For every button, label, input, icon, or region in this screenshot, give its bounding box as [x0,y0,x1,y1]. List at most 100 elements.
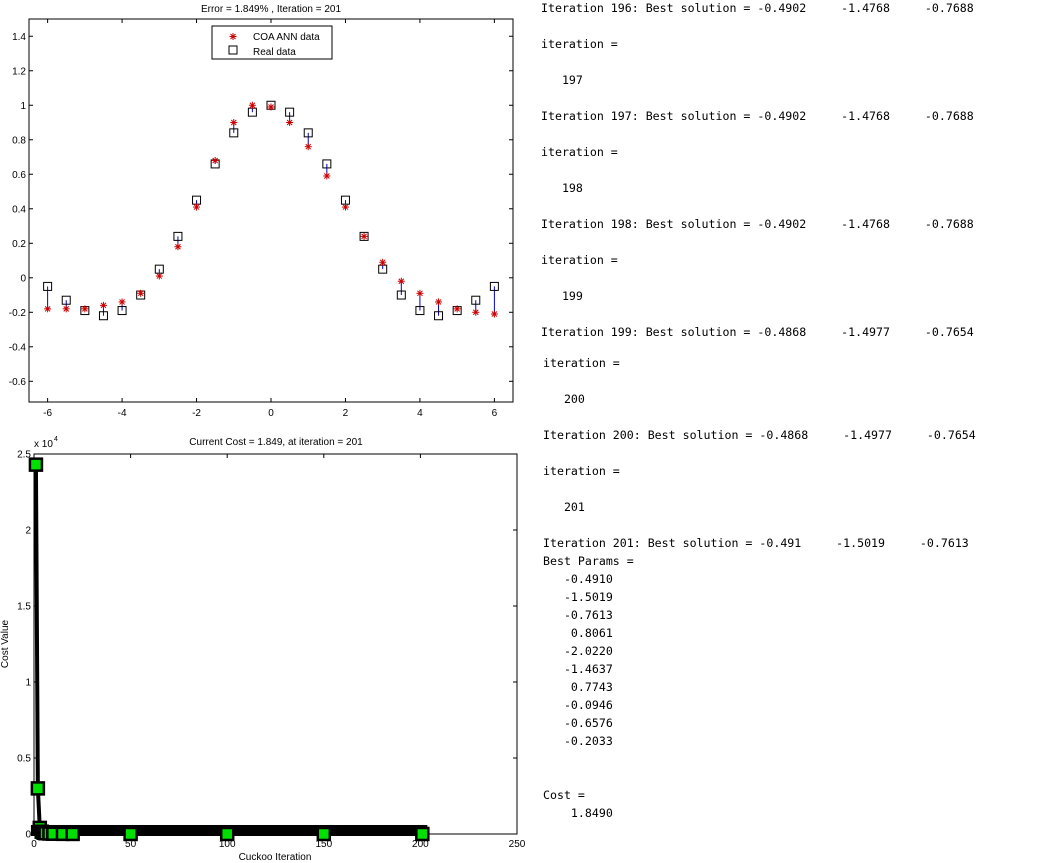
y-tick-label: -0.6 [9,377,27,388]
x-tick-label: 0 [31,839,37,850]
exponent-power: 4 [54,436,58,443]
y-tick-label: 1.4 [12,32,26,43]
console-line: 1.8490 [543,806,613,820]
console-line: Iteration 197: Best solution = -0.4902 -… [541,109,974,123]
y-tick-label: 1 [20,101,26,112]
bottom-chart-title: Current Cost = 1.849, at iteration = 201 [189,437,363,448]
cost-point [28,457,44,472]
ann-data-point [304,143,312,151]
y-tick-label: 0.4 [12,204,26,215]
console-line: Iteration 200: Best solution = -0.4868 -… [543,428,976,442]
y-tick-label: 1 [25,678,31,689]
figure-canvas: Error = 1.849% , Iteration = 201 -6 -4 -2 0… [0,4,526,863]
x-tick-label: -2 [192,408,201,419]
bottom-xlabel: Cuckoo Iteration [239,852,312,863]
y-tick-label: -0.4 [9,342,27,353]
ann-data-point [490,310,498,318]
command-window: Iteration 196: Best solution = -0.4902 -… [541,0,1038,863]
ann-data-point [44,305,52,313]
y-tick-label: 0 [25,830,31,841]
x-tick-label: 0 [268,408,274,419]
console-line: -0.7613 [543,608,613,622]
console-line: Iteration 196: Best solution = -0.4902 -… [541,1,974,15]
legend-label-ann: COA ANN data [253,32,320,43]
exponent-label: x 10 [34,439,53,450]
ann-data-point [99,301,107,309]
legend: COA ANN data Real data [211,25,333,60]
ann-data-point [286,119,294,127]
matlab-figure: Error = 1.849% , Iteration = 201 -6 -4 -2 0… [0,0,540,863]
ann-data-point [267,103,275,111]
ann-data-point [155,272,163,280]
console-line: 197 [541,73,583,87]
console-line: -0.2033 [543,734,613,748]
cost-point [316,826,332,842]
console-line: -1.5019 [543,590,613,604]
x-tick-label: 250 [509,839,526,850]
y-tick-label: 0.6 [12,170,26,181]
console-line: 0.8061 [543,626,613,640]
console-line: -0.0946 [543,698,613,712]
console-line: Cost = [543,788,585,802]
console-line: iteration = [541,253,618,267]
y-tick-label: 2 [25,526,31,537]
console-line: iteration = [543,464,620,478]
ann-data-point [379,258,387,266]
console-line: iteration = [541,145,618,159]
console-line: Iteration 198: Best solution = -0.4902 -… [541,217,974,231]
console-line: Best Params = [543,554,634,568]
cost-point [30,781,46,796]
console-line: -1.4637 [543,662,613,676]
top-chart-title: Error = 1.849% , Iteration = 201 [201,4,342,15]
ann-data-point [62,305,70,313]
ann-data-point [453,305,461,313]
ann-data-point [323,172,331,180]
ann-data-point [248,101,256,109]
console-line: 199 [541,289,583,303]
x-tick-label: 4 [417,408,423,419]
bottom-ylabel: Cost Value [0,619,11,668]
console-line: iteration = [541,37,618,51]
ann-data-point [193,203,201,211]
console-line: -0.4910 [543,572,613,586]
legend-label-real: Real data [253,47,296,58]
console-line: Iteration 201: Best solution = -0.491 -1… [543,536,969,550]
x-tick-label: 6 [492,408,498,419]
console-line: 0.7743 [543,680,613,694]
console-line: iteration = [543,356,620,370]
cost-point [415,826,430,842]
ann-data-point [472,308,480,316]
legend-marker-ann [229,33,237,40]
cost-point [65,826,80,842]
cost-point [219,826,235,842]
y-tick-label: 1.2 [12,66,26,77]
ann-data-point [435,298,443,306]
console-line: Iteration 199: Best solution = -0.4868 -… [541,325,974,339]
console-line: 198 [541,181,583,195]
ann-data-point [81,305,89,313]
x-tick-label: -6 [43,408,52,419]
ann-data-point [360,232,368,240]
ann-data-point [174,243,182,251]
ann-data-point [397,277,405,285]
x-tick-label: 2 [343,408,349,419]
ann-data-point [211,156,219,164]
console-line: 200 [543,392,585,406]
console-line: -0.6576 [543,716,613,730]
y-tick-label: 0.2 [12,239,26,250]
top-plot-box [28,18,514,403]
ann-data-point [137,289,145,297]
y-tick-label: 0 [20,273,26,284]
ann-data-point [341,203,349,211]
ann-data-point [416,289,424,297]
ann-data-point [118,298,126,306]
y-tick-label: 1.5 [17,602,31,613]
cost-point [123,826,138,842]
console-line: 201 [543,500,585,514]
ann-data-point [230,119,238,127]
bottom-axes: Current Cost = 1.849, at iteration = 201… [0,436,526,863]
bottom-plot-box [33,453,518,835]
top-axes: Error = 1.849% , Iteration = 201 -6 -4 -2 0… [9,4,514,419]
console-line: -2.0220 [543,644,613,658]
x-tick-label: -4 [118,408,127,419]
